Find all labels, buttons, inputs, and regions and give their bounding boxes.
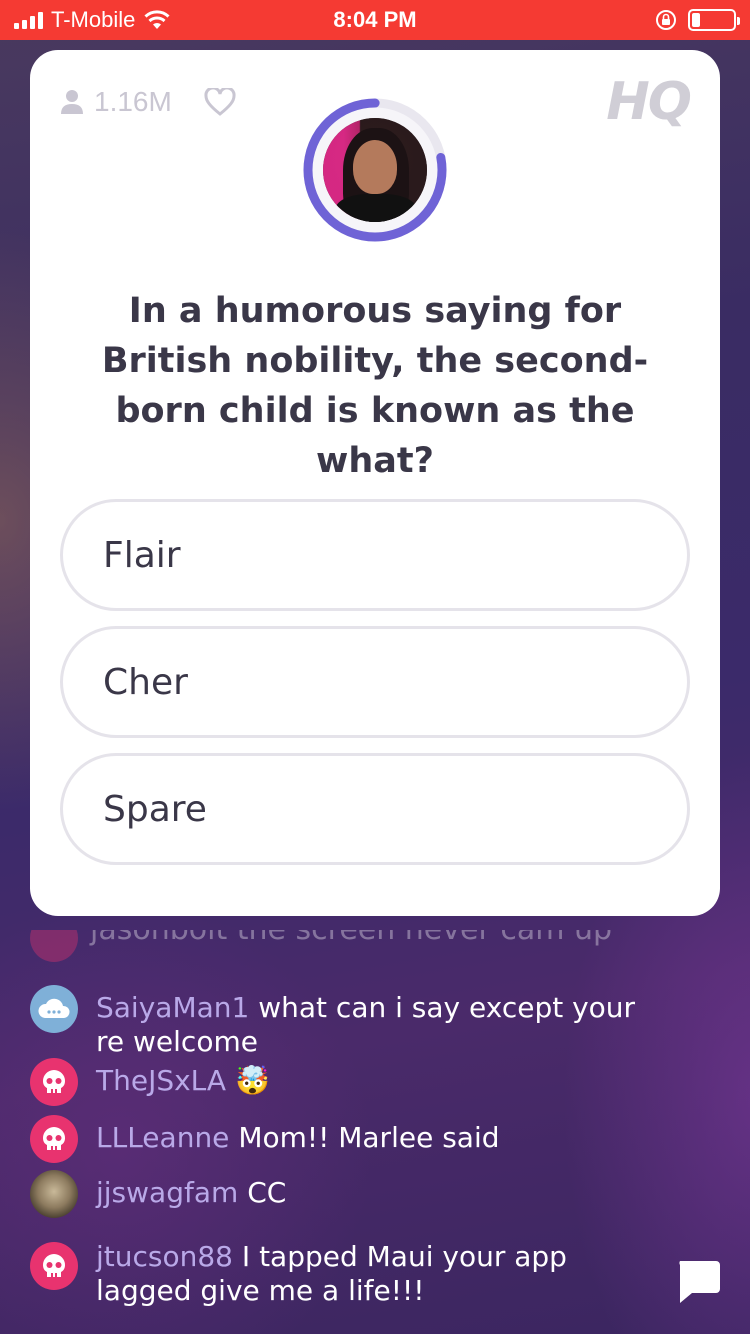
chat-username[interactable]: LLLeanne	[96, 1121, 229, 1154]
chat-username[interactable]: TheJSxLA	[96, 1064, 226, 1097]
wifi-icon	[144, 10, 170, 29]
chat-message-faded: jasonbolt the screen never cam up	[30, 930, 630, 962]
rotation-lock-icon	[656, 10, 676, 30]
answer-option-3[interactable]: Spare	[60, 753, 690, 865]
question-text: In a humorous saying for British nobilit…	[101, 291, 649, 481]
question-card: 1.16M HQ In a humorous saying for Britis…	[30, 50, 720, 916]
chat-text: jasonbolt the screen never cam up	[90, 930, 612, 947]
chat-message: TheJSxLA 🤯	[30, 1058, 670, 1106]
chat-message: jtucson88 I tapped Maui your app lagged …	[30, 1240, 610, 1308]
skull-avatar-icon	[30, 1115, 78, 1163]
battery-icon	[688, 9, 740, 31]
answer-option-2[interactable]: Cher	[60, 626, 690, 738]
hq-logo: HQ	[606, 72, 692, 132]
viewer-count-group: 1.16M	[60, 86, 236, 118]
countdown-timer	[303, 98, 447, 242]
answer-option-1[interactable]: Flair	[60, 499, 690, 611]
skull-avatar-icon	[30, 1242, 78, 1290]
answer-label: Spare	[103, 788, 207, 830]
person-icon	[61, 90, 83, 114]
signal-icon	[14, 11, 43, 29]
heart-icon[interactable]	[204, 88, 236, 116]
status-bar: T-Mobile 8:04 PM	[0, 0, 750, 40]
photo-avatar	[30, 1170, 78, 1218]
cloud-avatar-icon	[30, 985, 78, 1033]
viewer-count: 1.16M	[94, 86, 172, 117]
chat-bubble-icon[interactable]	[674, 1257, 722, 1305]
answer-label: Flair	[103, 534, 181, 576]
carrier-label: T-Mobile	[51, 7, 136, 32]
answer-label: Cher	[103, 661, 188, 703]
chat-text: 🤯	[234, 1064, 270, 1097]
chat-username[interactable]: jjswagfam	[96, 1176, 238, 1209]
chat-message: jjswagfam CC	[30, 1170, 670, 1218]
avatar	[30, 930, 78, 962]
chat-message: SaiyaMan1 what can i say except your re …	[30, 985, 670, 1059]
chat-text: Mom!! Marlee said	[238, 1121, 500, 1154]
chat-username[interactable]: jtucson88	[96, 1240, 233, 1273]
chat-message: LLLeanne Mom!! Marlee said	[30, 1115, 670, 1163]
chat-text: CC	[247, 1176, 287, 1209]
skull-avatar-icon	[30, 1058, 78, 1106]
chat-username[interactable]: SaiyaMan1	[96, 991, 249, 1024]
